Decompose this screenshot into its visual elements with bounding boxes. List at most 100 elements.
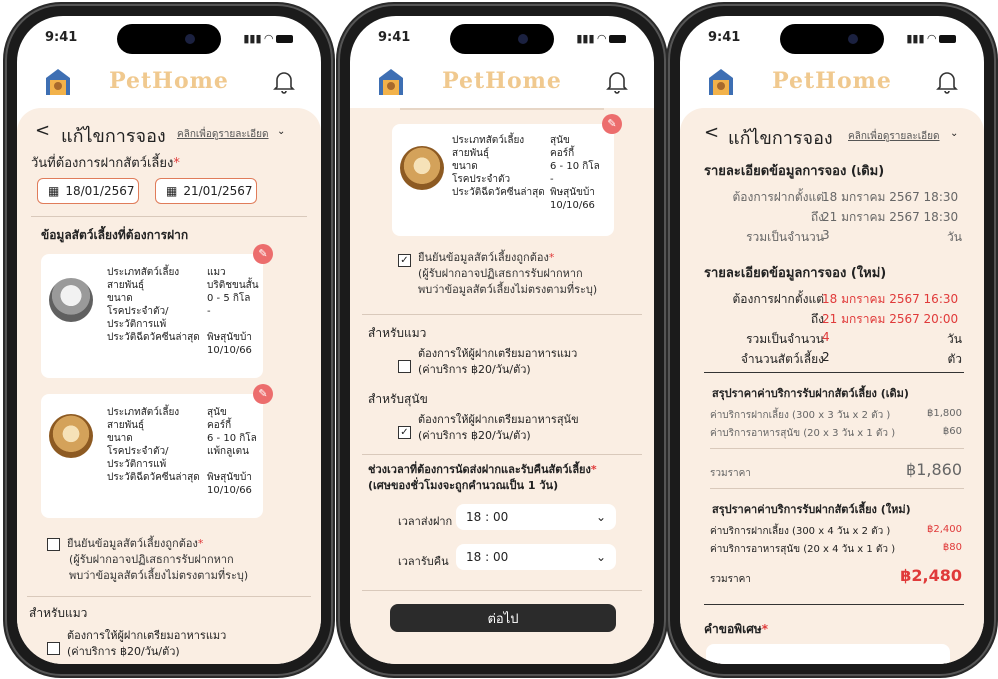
pet-info-key: สายพันธุ์ bbox=[107, 420, 145, 431]
special-request-input[interactable] bbox=[706, 644, 950, 664]
confirm-checkbox-checked[interactable]: ✓ bbox=[398, 254, 411, 267]
chevron-down-icon: ⌄ bbox=[595, 510, 606, 524]
pet-info-value: 6 - 10 กิโล bbox=[207, 433, 257, 444]
end-date-field[interactable]: ▦ 21/01/2567 bbox=[155, 178, 257, 204]
next-button[interactable]: ต่อไป bbox=[390, 604, 616, 632]
bell-icon[interactable] bbox=[606, 70, 628, 94]
status-icons: ▮▮▮ ◠ bbox=[906, 32, 956, 45]
day-unit: วัน bbox=[947, 332, 962, 346]
signal-icon: ▮▮▮ bbox=[906, 32, 925, 45]
old-sum-value: ฿1,860 bbox=[906, 460, 962, 479]
bell-icon[interactable] bbox=[936, 70, 958, 94]
pet-info-value: - bbox=[207, 306, 211, 317]
divider bbox=[704, 604, 964, 605]
signal-icon: ▮▮▮ bbox=[576, 32, 595, 45]
dog-food-checkbox-checked[interactable]: ✓ bbox=[398, 426, 411, 439]
app-bar: PetHome bbox=[17, 62, 321, 108]
dropoff-time-select[interactable]: 18 : 00 ⌄ bbox=[456, 504, 616, 530]
dog-heading: สำหรับสุนัข bbox=[368, 392, 428, 406]
scroll-edge bbox=[400, 108, 604, 110]
cat-food-checkbox[interactable] bbox=[398, 360, 411, 373]
pet-info-key: ประเภทสัตว์เลี้ยง bbox=[452, 135, 525, 146]
divider bbox=[362, 314, 642, 315]
confirm-line1: ยืนยันข้อมูลสัตว์เลี้ยงถูกต้อง bbox=[418, 251, 549, 264]
edit-icon[interactable]: ✎ bbox=[602, 114, 622, 134]
wifi-icon: ◠ bbox=[264, 32, 273, 45]
detail-link[interactable]: คลิกเพื่อดูรายละเอียด bbox=[848, 129, 940, 144]
new-fee2-value: ฿80 bbox=[942, 542, 962, 553]
new-from-value: 18 มกราคม 2567 16:30 bbox=[822, 292, 959, 306]
old-from-value: 18 มกราคม 2567 18:30 bbox=[822, 190, 959, 204]
pet-info-key: โรคประจำตัว bbox=[452, 174, 511, 185]
pet-info-value: พิษสุนัขบ้า bbox=[550, 187, 595, 198]
pet-card-cat: ประเภทสัตว์เลี้ยง แมว สายพันธุ์ บริติชขนสั้… bbox=[41, 254, 263, 378]
special-label-text: คำขอพิเศษ bbox=[704, 622, 762, 636]
pet-info-key: โรคประจำตัว/ bbox=[107, 446, 169, 457]
pet-info-value: คอร์กี้ bbox=[207, 420, 232, 431]
cat-food-line1: ต้องการให้ผู้ฝากเตรียมอาหารแมว bbox=[418, 347, 578, 360]
pet-info-key: ประวัติฉีดวัคซีนล่าสุด bbox=[452, 187, 545, 198]
new-booking-heading: รายละเอียดข้อมูลการจอง (ใหม่) bbox=[704, 266, 887, 281]
new-fee1-value: ฿2,400 bbox=[927, 524, 962, 535]
pet-info-key: ประวัติการแพ้ bbox=[107, 459, 167, 470]
pet-info-key: โรคประจำตัว/ bbox=[107, 306, 169, 317]
old-fee1-value: ฿1,800 bbox=[927, 408, 962, 419]
pets-count-value: 2 bbox=[822, 350, 830, 364]
chevron-down-icon: ⌄ bbox=[595, 550, 606, 564]
pet-info-value: พิษสุนัขบ้า bbox=[207, 472, 252, 483]
pet-info-value: 10/10/66 bbox=[550, 200, 595, 211]
new-sum-label: รวมราคา bbox=[710, 574, 751, 585]
confirm-line3: พบว่าข้อมูลสัตว์เลี้ยงไม่ตรงตามที่ระบุ) bbox=[69, 569, 249, 582]
chevron-down-icon[interactable]: ⌄ bbox=[277, 126, 285, 137]
pet-info-key: ประวัติฉีดวัคซีนล่าสุด bbox=[107, 332, 200, 343]
pet-info-key: สายพันธุ์ bbox=[107, 280, 145, 291]
battery-icon bbox=[276, 34, 293, 43]
start-date-field[interactable]: ▦ 18/01/2567 bbox=[37, 178, 139, 204]
pickup-time-select[interactable]: 18 : 00 ⌄ bbox=[456, 544, 616, 570]
edit-icon[interactable]: ✎ bbox=[253, 384, 273, 404]
pet-info-value: 10/10/66 bbox=[207, 485, 252, 496]
confirm-checkbox[interactable] bbox=[47, 538, 60, 551]
cat-food-line2: (ค่าบริการ ฿20/วัน/ตัว) bbox=[418, 363, 531, 376]
confirm-text: ยืนยันข้อมูลสัตว์เลี้ยงถูกต้อง* (ผู้รับฝ… bbox=[418, 250, 597, 298]
old-fee2-label: ค่าบริการอาหารสุนัข (20 x 3 วัน x 1 ตัว … bbox=[710, 428, 896, 439]
required-mark: * bbox=[590, 463, 597, 476]
back-button[interactable]: < bbox=[704, 122, 719, 143]
required-mark: * bbox=[548, 251, 555, 264]
dropoff-time-value: 18 : 00 bbox=[466, 510, 509, 524]
phone-frame-3: 9:41 ▮▮▮ ◠ PetHome < แก้ไขการจอง คลิกเพื… bbox=[668, 4, 996, 676]
pet-info-key: ประเภทสัตว์เลี้ยง bbox=[107, 267, 180, 278]
time-heading: ช่วงเวลาที่ต้องการนัดส่งฝากและรับคืนสัตว… bbox=[368, 462, 597, 494]
edit-icon[interactable]: ✎ bbox=[253, 244, 273, 264]
status-time: 9:41 bbox=[45, 30, 78, 45]
pet-info-value: พิษสุนัขบ้า bbox=[207, 332, 252, 343]
wifi-icon: ◠ bbox=[927, 32, 936, 45]
bell-icon[interactable] bbox=[273, 70, 295, 94]
cat-food-line2: (ค่าบริการ ฿20/วัน/ตัว) bbox=[67, 645, 180, 658]
pet-info-key: ประวัติการแพ้ bbox=[107, 319, 167, 330]
status-time: 9:41 bbox=[378, 30, 411, 45]
required-mark: * bbox=[173, 156, 180, 171]
pet-info-key: ขนาด bbox=[452, 161, 478, 172]
old-total-label: รวมเป็นจำนวน bbox=[746, 230, 824, 244]
pet-info-value: 0 - 5 กิโล bbox=[207, 293, 251, 304]
start-date-value: 18/01/2567 bbox=[65, 184, 135, 198]
date-label: วันที่ต้องการฝากสัตว์เลี้ยง* bbox=[31, 152, 180, 173]
time-note: (เศษของชั่วโมงจะถูกคำนวณเป็น 1 วัน) bbox=[368, 479, 559, 492]
date-label-text: วันที่ต้องการฝากสัตว์เลี้ยง bbox=[31, 156, 174, 171]
pet-unit: ตัว bbox=[947, 352, 962, 366]
pet-info-value: สุนัข bbox=[207, 407, 227, 418]
cat-food-checkbox[interactable] bbox=[47, 642, 60, 655]
new-fee2-label: ค่าบริการอาหารสุนัข (20 x 4 วัน x 1 ตัว … bbox=[710, 544, 896, 555]
detail-link[interactable]: คลิกเพื่อดูรายละเอียด bbox=[177, 127, 269, 142]
chevron-down-icon[interactable]: ⌄ bbox=[950, 128, 958, 139]
divider bbox=[362, 590, 642, 591]
status-time: 9:41 bbox=[708, 30, 741, 45]
special-request-label: คำขอพิเศษ* bbox=[704, 620, 768, 639]
pet-card-dog: ประเภทสัตว์เลี้ยง สุนัข สายพันธุ์ คอร์กี้ ขน… bbox=[392, 124, 614, 236]
back-button[interactable]: < bbox=[35, 120, 50, 141]
dropoff-label: เวลาส่งฝาก bbox=[398, 515, 453, 528]
dog-photo bbox=[400, 146, 444, 190]
old-booking-heading: รายละเอียดข้อมูลการจอง (เดิม) bbox=[704, 164, 885, 179]
old-total-value: 3 bbox=[822, 228, 830, 242]
